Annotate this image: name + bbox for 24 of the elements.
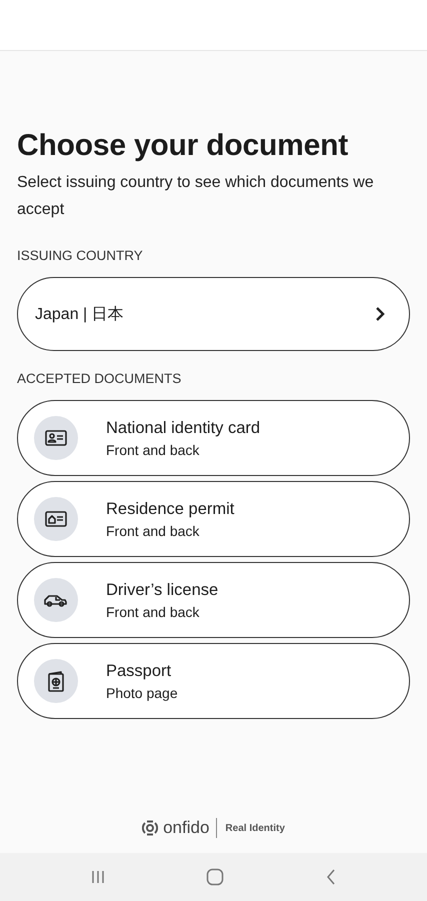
back-icon[interactable] [324,869,337,885]
document-detail: Front and back [106,604,200,620]
section-label: ACCEPTED DOCUMENTS [17,371,182,386]
document-option[interactable]: Driver’s license Front and back [17,562,410,638]
document-option[interactable]: National identity card Front and back [17,400,410,476]
brand-tagline: Real Identity [224,822,285,834]
document-detail: Photo page [106,684,178,700]
document-option[interactable]: Passport Photo page [17,643,410,719]
home-icon[interactable] [206,868,224,886]
section-label: ISSUING COUNTRY [17,248,144,263]
document-name: Residence permit [106,500,234,518]
document-option[interactable]: Residence permit Front and back [17,481,410,557]
document-detail: Front and back [106,522,200,538]
document-name: Passport [106,662,172,680]
document-name: Driver’s license [106,580,218,600]
page-title: Choose your document [17,129,350,163]
logo-icon [142,820,158,836]
instruction-text: Select issuing country to see which documents we accept [17,173,375,220]
document-detail: Front and back [106,442,200,458]
country-selector[interactable]: Japan | 日本 [17,277,410,351]
chevron-right-icon [375,306,385,322]
recent-apps-icon[interactable] [90,869,106,885]
document-name: National identity card [106,418,260,438]
brand-name: onfido [163,818,218,838]
